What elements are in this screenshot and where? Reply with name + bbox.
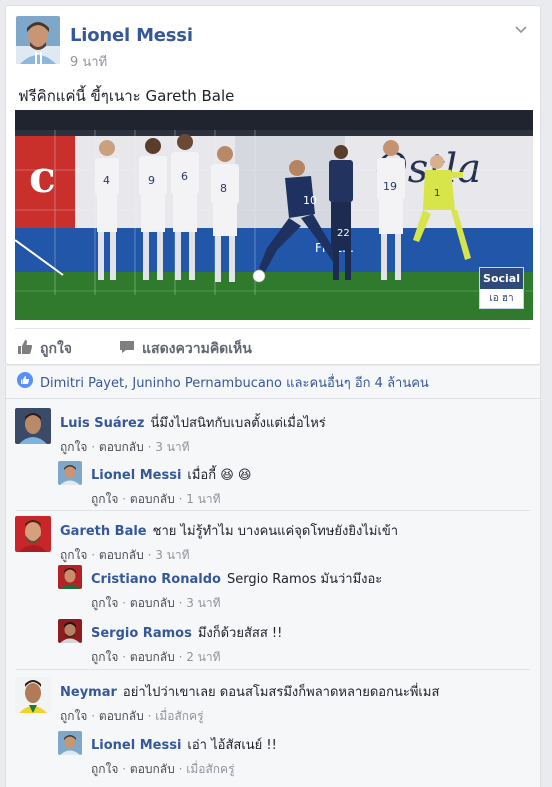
commenter-name-link[interactable]: Luis Suárez bbox=[60, 416, 144, 431]
commenter-name-link[interactable]: Gareth Bale bbox=[60, 524, 147, 539]
comment-button[interactable]: แสดงความคิดเห็น bbox=[119, 338, 252, 360]
author-avatar[interactable] bbox=[16, 16, 60, 64]
post-photo[interactable]: c Ostla FRIZ… 4 bbox=[15, 110, 533, 320]
comments-section: Luis Suárez นี่มึงไปสนิทกับเบลตั้งแต่เมื่… bbox=[5, 399, 541, 787]
reply-like-link[interactable]: ถูกใจ bbox=[91, 596, 118, 610]
reply-like-link[interactable]: ถูกใจ bbox=[91, 762, 118, 776]
comment-time[interactable]: เมื่อสักครู่ bbox=[155, 709, 203, 723]
post-header: Lionel Messi 9 นาที bbox=[16, 16, 530, 70]
thumbs-up-icon bbox=[17, 339, 40, 359]
chevron-down-icon[interactable] bbox=[514, 22, 528, 36]
reply-time[interactable]: เมื่อสักครู่ bbox=[186, 762, 234, 776]
action-divider bbox=[15, 328, 531, 329]
reply-text: มึงก็ด้วยสัสส !! bbox=[197, 626, 283, 641]
comment-text: ชาย ไม่รู้ทำไม บางคนแค่จุดโทษยังยิงไม่เข… bbox=[152, 524, 399, 539]
reply-text: เอ่า ไอ้สัสเนย์ !! bbox=[187, 738, 277, 753]
comment-reply-link[interactable]: ตอบกลับ bbox=[99, 709, 144, 723]
jersey-number: 1 bbox=[434, 188, 440, 199]
likes-summary-text: Dimitri Payet, Juninho Pernambucano และค… bbox=[40, 375, 429, 391]
replier-avatar[interactable] bbox=[58, 565, 82, 589]
author-name-link[interactable]: Lionel Messi bbox=[70, 25, 193, 46]
reply-like-link[interactable]: ถูกใจ bbox=[91, 650, 118, 664]
comment-separator bbox=[16, 510, 530, 511]
jersey-number: 10 bbox=[303, 194, 317, 207]
comment-text: อย่าไปว่าเขาเลย ดอนสโมสรมึงก็พลาดหลายดอก… bbox=[122, 685, 440, 700]
replier-name-link[interactable]: Lionel Messi bbox=[91, 468, 181, 483]
comment-time[interactable]: 3 นาที bbox=[155, 440, 189, 454]
commenter-avatar[interactable] bbox=[15, 516, 51, 552]
post-timestamp[interactable]: 9 นาที bbox=[70, 51, 107, 72]
reply-reply-link[interactable]: ตอบกลับ bbox=[130, 596, 175, 610]
jersey-number: 22 bbox=[337, 228, 350, 239]
like-badge-icon bbox=[17, 372, 33, 392]
comment-time[interactable]: 3 นาที bbox=[155, 548, 189, 562]
jersey-number: 6 bbox=[181, 170, 188, 183]
like-button[interactable]: ถูกใจ bbox=[17, 338, 72, 360]
commenter-avatar[interactable] bbox=[15, 408, 51, 444]
reply-time[interactable]: 3 นาที bbox=[186, 596, 220, 610]
comment-like-link[interactable]: ถูกใจ bbox=[60, 548, 87, 562]
jersey-number: 19 bbox=[383, 180, 397, 193]
replier-name-link[interactable]: Lionel Messi bbox=[91, 738, 181, 753]
post-text: ฟรีคิกแค่นี้ ขี้ๆเนาะ Gareth Bale bbox=[18, 87, 235, 105]
reply-reply-link[interactable]: ตอบกลับ bbox=[130, 650, 175, 664]
reply-time[interactable]: 1 นาที bbox=[186, 492, 220, 506]
post-actions: ถูกใจ แสดงความคิดเห็น bbox=[15, 332, 531, 366]
jersey-number: 8 bbox=[220, 182, 227, 195]
reply-time[interactable]: 2 นาที bbox=[186, 650, 220, 664]
comment-separator bbox=[16, 669, 530, 670]
replier-avatar[interactable] bbox=[58, 619, 82, 643]
post-card: Lionel Messi 9 นาที ฟรีคิกแค่นี้ ขี้ๆเนา… bbox=[5, 5, 541, 365]
replier-name-link[interactable]: Sergio Ramos bbox=[91, 626, 192, 641]
replier-avatar[interactable] bbox=[58, 731, 82, 755]
reply-text: เมื่อกี้ 😆 😆 bbox=[187, 468, 252, 483]
comment-like-link[interactable]: ถูกใจ bbox=[60, 440, 87, 454]
likes-summary-bar[interactable]: Dimitri Payet, Juninho Pernambucano และค… bbox=[5, 366, 541, 399]
reply-text: Sergio Ramos มันว่ามึงอะ bbox=[226, 572, 383, 587]
reply-reply-link[interactable]: ตอบกลับ bbox=[130, 492, 175, 506]
comment-like-link[interactable]: ถูกใจ bbox=[60, 709, 87, 723]
commenter-name-link[interactable]: Neymar bbox=[60, 685, 117, 700]
reply-reply-link[interactable]: ตอบกลับ bbox=[130, 762, 175, 776]
comment-reply-link[interactable]: ตอบกลับ bbox=[99, 548, 144, 562]
comment-text: นี่มึงไปสนิทกับเบลตั้งแต่เมื่อไหร่ bbox=[150, 416, 326, 431]
replier-name-link[interactable]: Cristiano Ronaldo bbox=[91, 572, 221, 587]
svg-text:c: c bbox=[29, 152, 56, 203]
comment-label: แสดงความคิดเห็น bbox=[142, 341, 252, 357]
like-label: ถูกใจ bbox=[40, 341, 72, 357]
social-watermark-badge: Social เอ ฮา bbox=[479, 267, 524, 309]
jersey-number: 9 bbox=[148, 174, 155, 187]
jersey-number: 4 bbox=[103, 174, 110, 187]
comment-bubble-icon bbox=[119, 339, 142, 359]
reply-like-link[interactable]: ถูกใจ bbox=[91, 492, 118, 506]
replier-avatar[interactable] bbox=[58, 461, 82, 485]
commenter-avatar[interactable] bbox=[15, 677, 51, 713]
comment-reply-link[interactable]: ตอบกลับ bbox=[99, 440, 144, 454]
